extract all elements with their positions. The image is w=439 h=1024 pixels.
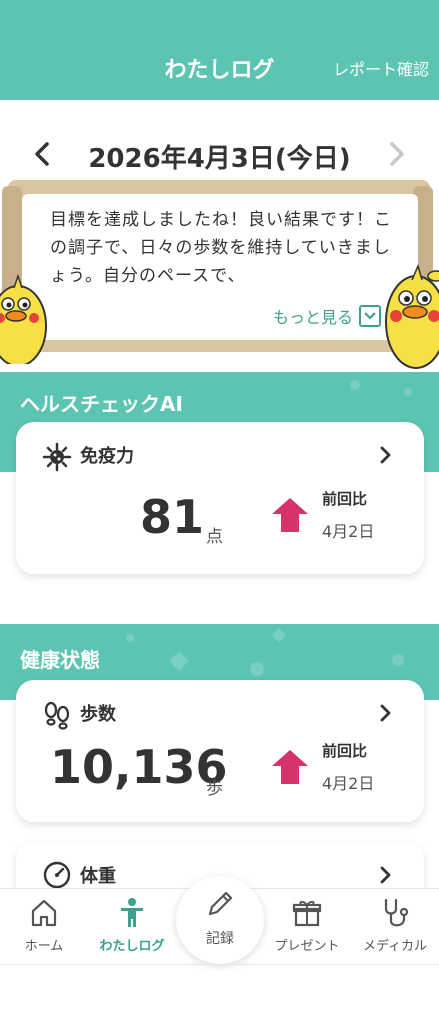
decorative-diamond (169, 651, 189, 671)
trend-up-arrow-icon (272, 750, 308, 784)
nav-medical[interactable]: メディカル (351, 889, 439, 965)
decorative-dot (404, 388, 412, 396)
show-more-link[interactable]: もっと見る (273, 304, 381, 328)
show-more-label: もっと見る (272, 308, 353, 327)
nav-home[interactable]: ホーム (0, 889, 88, 965)
health-status-title: 健康状態 (20, 648, 100, 672)
mascot-left-image (0, 273, 47, 364)
immunity-card[interactable]: 免疫力 81 点 前回比 4月2日 (16, 422, 424, 574)
immunity-compare-date: 4月2日 (322, 522, 375, 541)
immunity-compare-label: 前回比 (322, 490, 368, 508)
steps-compare-label: 前回比 (322, 742, 368, 760)
chevron-right-icon[interactable] (378, 864, 394, 886)
nav-watashi-log[interactable]: わたしログ (88, 889, 176, 965)
person-icon (121, 898, 143, 927)
nav-present-label: プレゼント (274, 939, 340, 954)
weight-title: 体重 (80, 866, 116, 887)
decorative-dot (350, 380, 360, 390)
steps-card[interactable]: 歩数 10,136 歩 前回比 4月2日 (16, 680, 424, 822)
nav-present[interactable]: プレゼント (263, 889, 351, 965)
virus-icon (42, 442, 72, 472)
health-check-title: ヘルスチェックAI (20, 392, 183, 416)
decorative-dot (126, 634, 134, 642)
current-date: 2026年4月3日(今日) (88, 144, 351, 174)
steps-title: 歩数 (80, 704, 116, 725)
immunity-value: 81 (140, 490, 205, 544)
record-button[interactable]: 記録 (176, 876, 264, 964)
decorative-diamond (271, 627, 287, 643)
mascot-right-image (385, 263, 439, 369)
steps-compare-date: 4月2日 (322, 774, 375, 793)
nav-home-label: ホーム (24, 939, 64, 954)
immunity-title: 免疫力 (80, 446, 134, 467)
chevron-right-icon[interactable] (378, 444, 394, 466)
trend-up-arrow-icon (272, 498, 308, 532)
app-header: わたしログ レポート確認 (0, 0, 439, 100)
home-icon (31, 899, 57, 927)
immunity-unit: 点 (206, 527, 223, 547)
divider (0, 964, 439, 965)
date-navigator: 2026年4月3日(今日) (0, 128, 439, 180)
chevron-down-icon (359, 305, 381, 327)
decorative-dot (392, 654, 404, 666)
record-label: 記録 (206, 931, 234, 947)
chevron-right-icon[interactable] (378, 702, 394, 724)
message-text: 目標を達成しましたね！良い結果です！この調子で、日々の歩数を維持していきましょう… (50, 210, 392, 286)
chevron-right-icon[interactable] (383, 136, 411, 172)
nav-medical-label: メディカル (362, 939, 428, 954)
pencil-icon (208, 891, 233, 916)
report-check-link[interactable]: レポート確認 (333, 56, 429, 80)
gift-icon (292, 900, 322, 927)
footprints-icon (44, 701, 70, 730)
nav-watashi-log-label: わたしログ (99, 939, 165, 954)
gauge-icon (43, 861, 71, 889)
decorative-dot (250, 662, 264, 676)
stethoscope-icon (384, 898, 409, 927)
steps-unit: 歩 (206, 779, 223, 799)
steps-value: 10,136 (50, 740, 228, 794)
